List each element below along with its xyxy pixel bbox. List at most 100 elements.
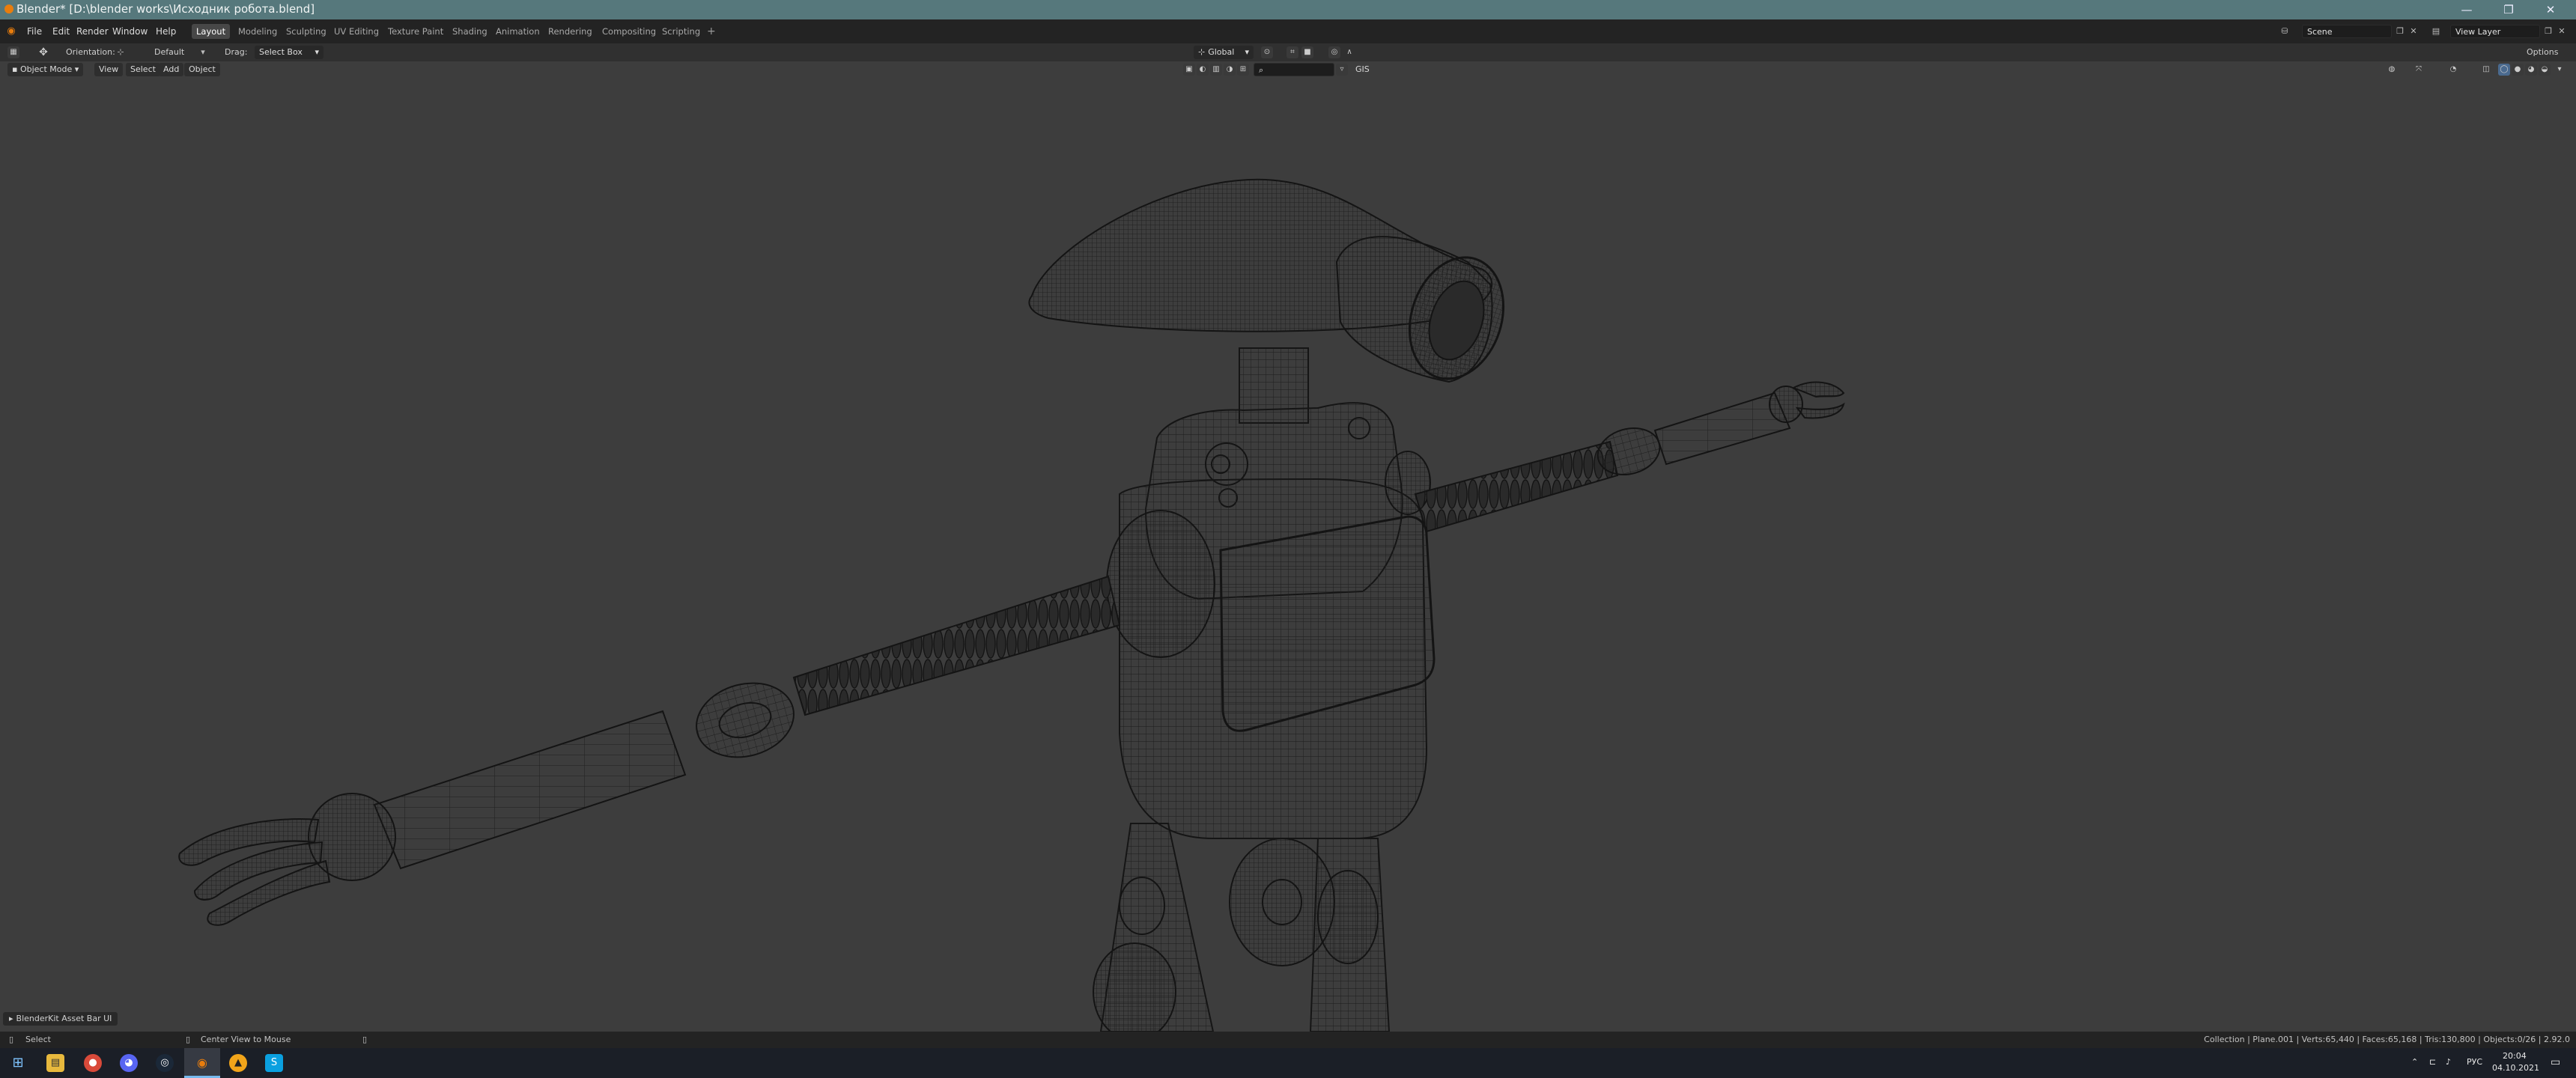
material-shading-icon[interactable]: ◕: [2525, 64, 2537, 76]
proportional-editing-icon[interactable]: ◎: [1328, 46, 1340, 58]
tool-settings-header: ▦ ✥ Orientation: ⊹ Default ▾ Drag: Selec…: [0, 43, 2576, 61]
blender-logo-icon: [4, 4, 13, 13]
scene-name-field[interactable]: Scene: [2302, 25, 2392, 38]
system-tray: ⌃ ⊏ ♪ РУС 20:04 04.10.2021 ▭: [2404, 1048, 2576, 1078]
keyboard-language[interactable]: РУС: [2467, 1057, 2482, 1067]
chrome-icon[interactable]: ●: [84, 1054, 102, 1072]
skype-icon[interactable]: S: [265, 1054, 283, 1072]
xray-toggle-icon[interactable]: ◫: [2480, 64, 2492, 76]
network-icon[interactable]: ⊏: [2429, 1057, 2436, 1067]
filter-icon[interactable]: ▿: [1336, 64, 1348, 76]
viewport-search-field[interactable]: ⌕: [1254, 63, 1334, 76]
menu-file[interactable]: File: [22, 24, 46, 39]
select-mode-icon[interactable]: ▣: [1183, 64, 1195, 76]
menu-select[interactable]: Select: [126, 63, 160, 76]
robot-head-camera: [1335, 236, 1505, 383]
menu-add[interactable]: Add: [159, 63, 184, 76]
robot-wireframe-model[interactable]: [0, 78, 2576, 1032]
blender-icon[interactable]: ◉: [193, 1054, 211, 1072]
viewport-header: ▪ Object Mode ▾ View Select Add Object ▣…: [0, 61, 2576, 78]
drag-label: Drag:: [225, 47, 248, 57]
maximize-button[interactable]: ❐: [2488, 0, 2530, 19]
close-button[interactable]: ✕: [2530, 0, 2572, 19]
tab-sculpting[interactable]: Sculpting: [282, 24, 331, 39]
visibility-icon[interactable]: ◍: [2386, 64, 2398, 76]
editor-type-icon[interactable]: ▦: [7, 46, 19, 58]
windows-start-icon[interactable]: ⊞: [9, 1054, 27, 1072]
add-workspace-button[interactable]: +: [707, 24, 716, 39]
move-tool-icon[interactable]: ✥: [37, 46, 49, 58]
tab-texture-paint[interactable]: Texture Paint: [383, 24, 448, 39]
menu-help[interactable]: Help: [151, 24, 180, 39]
snap-icon[interactable]: ⌗: [1287, 46, 1298, 58]
tab-layout[interactable]: Layout: [192, 24, 231, 39]
tab-uv-editing[interactable]: UV Editing: [329, 24, 383, 39]
blenderkit-label: BlenderKit Asset Bar UI: [16, 1014, 112, 1023]
chevron-down-icon: ▾: [1245, 47, 1249, 57]
viewport-overlay-icon[interactable]: ◐: [1197, 64, 1209, 76]
launcher-icon[interactable]: ▲: [229, 1054, 247, 1072]
snap-target-icon[interactable]: ■: [1301, 46, 1313, 58]
mode-value: Object Mode: [19, 64, 73, 74]
tab-rendering[interactable]: Rendering: [544, 24, 597, 39]
clock-date[interactable]: 04.10.2021: [2492, 1063, 2539, 1073]
status-bar: ▯ Select ▯ Center View to Mouse ▯ Collec…: [0, 1032, 2576, 1048]
orientation-label: Orientation:: [66, 47, 115, 57]
menu-render[interactable]: Render: [72, 24, 113, 39]
pivot-point-icon[interactable]: ⊙: [1261, 46, 1273, 58]
robot-left-elbow: [696, 682, 795, 758]
tab-shading[interactable]: Shading: [448, 24, 492, 39]
tray-chevron-up-icon[interactable]: ⌃: [2411, 1057, 2418, 1067]
falloff-icon[interactable]: ∧: [1343, 46, 1355, 58]
orientation-value[interactable]: Default: [154, 46, 184, 59]
gis-menu[interactable]: GIS: [1351, 63, 1374, 76]
search-icon: ⌕: [1259, 65, 1264, 75]
menu-window[interactable]: Window: [108, 24, 152, 39]
new-view-layer-icon[interactable]: ❐: [2543, 26, 2554, 37]
tab-compositing[interactable]: Compositing: [598, 24, 660, 39]
notifications-icon[interactable]: ▭: [2551, 1056, 2560, 1068]
steam-icon[interactable]: ◎: [156, 1054, 174, 1072]
mouse-left-icon: ▯: [9, 1035, 14, 1044]
robot-left-fingers: [178, 818, 331, 926]
tab-scripting[interactable]: Scripting: [657, 24, 705, 39]
chevron-down-icon[interactable]: ▾: [2554, 64, 2566, 76]
wireframe-shading-icon[interactable]: ◯: [2498, 64, 2510, 76]
menu-object[interactable]: Object: [184, 63, 220, 76]
tab-animation[interactable]: Animation: [491, 24, 544, 39]
drag-select-dropdown[interactable]: Select Box ▾: [255, 46, 323, 59]
options-button[interactable]: Options: [2527, 46, 2558, 59]
robot-knee-left: [1119, 877, 1165, 935]
robot-left-forearm: [373, 710, 687, 870]
xray-icon[interactable]: ▥: [1210, 64, 1222, 76]
solid-shading-icon[interactable]: ●: [2512, 64, 2524, 76]
delete-view-layer-icon[interactable]: ✕: [2557, 26, 2567, 37]
tab-modeling[interactable]: Modeling: [234, 24, 282, 39]
window-title-bar: Blender* [D:\blender works\Исходник робо…: [0, 0, 2576, 19]
top-bar: ◉ File Edit Render Window Help Layout Mo…: [0, 19, 2576, 43]
scene-icon[interactable]: ⛁: [2279, 26, 2290, 37]
blender-menu-icon[interactable]: ◉: [6, 26, 16, 37]
clock-time[interactable]: 20:04: [2503, 1051, 2527, 1061]
gizmo-toggle-icon[interactable]: ⤧: [2413, 64, 2425, 76]
transform-orientation-dropdown[interactable]: ⊹ Global ▾: [1194, 46, 1254, 59]
file-explorer-icon[interactable]: ▤: [46, 1054, 64, 1072]
view-layer-icon[interactable]: ▤: [2431, 26, 2441, 37]
volume-icon[interactable]: ♪: [2446, 1057, 2451, 1067]
robot-left-shoulder: [1106, 510, 1215, 658]
scene-statistics: Collection | Plane.001 | Verts:65,440 | …: [2204, 1035, 2570, 1044]
3d-viewport[interactable]: [0, 78, 2576, 1032]
minimize-button[interactable]: —: [2446, 0, 2488, 19]
view-layer-field[interactable]: View Layer: [2450, 25, 2540, 38]
delete-scene-icon[interactable]: ✕: [2408, 26, 2419, 37]
blenderkit-asset-bar-button[interactable]: ▸ BlenderKit Asset Bar UI: [3, 1012, 118, 1026]
rendered-shading-icon[interactable]: ◒: [2539, 64, 2551, 76]
overlays-icon[interactable]: ◔: [2447, 64, 2459, 76]
gizmo-icon[interactable]: ⊞: [1237, 64, 1249, 76]
discord-icon[interactable]: ◕: [120, 1054, 138, 1072]
mode-dropdown[interactable]: ▪ Object Mode ▾: [7, 63, 84, 76]
menu-edit[interactable]: Edit: [48, 24, 74, 39]
new-scene-icon[interactable]: ❐: [2395, 26, 2405, 37]
shading-icon[interactable]: ◑: [1224, 64, 1236, 76]
menu-view[interactable]: View: [94, 63, 124, 76]
